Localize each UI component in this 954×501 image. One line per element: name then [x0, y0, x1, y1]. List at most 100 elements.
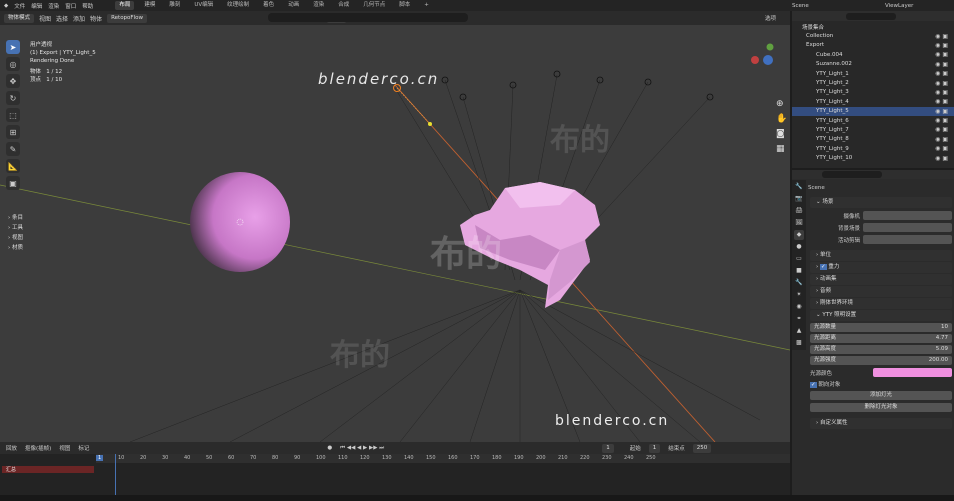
- outliner-row[interactable]: YTY_Light_3 ◉▣: [792, 88, 954, 97]
- timeline-menu-keying[interactable]: 抠像(插帧): [25, 444, 51, 452]
- tab-animation[interactable]: 动画: [284, 1, 303, 10]
- tab-scripting[interactable]: 脚本: [395, 1, 414, 10]
- measure-icon[interactable]: 📐: [6, 159, 20, 173]
- panel-yty-lighting[interactable]: ⌄ YTY 照明设置: [810, 310, 952, 321]
- yty-field[interactable]: 光源高度 5.09: [810, 345, 952, 354]
- menu-object[interactable]: 物体: [90, 14, 102, 23]
- visibility-eye-icon[interactable]: ◉▣: [935, 42, 950, 49]
- retopoflow-button[interactable]: RetopoFlow: [107, 13, 147, 23]
- properties-search-input[interactable]: [822, 171, 882, 178]
- tab-rendering[interactable]: 渲染: [309, 1, 328, 10]
- grid-icon[interactable]: ▦: [776, 142, 787, 157]
- view-layer-tab-icon[interactable]: 🖼: [794, 218, 804, 228]
- end-frame-field[interactable]: 250: [692, 443, 712, 453]
- visibility-eye-icon[interactable]: ◉▣: [935, 117, 950, 124]
- scene-tab-icon[interactable]: ◆: [794, 230, 804, 240]
- timeline-menu-view[interactable]: 视图: [59, 444, 70, 452]
- data-tab-icon[interactable]: ▲: [794, 326, 804, 336]
- visibility-eye-icon[interactable]: ◉▣: [935, 136, 950, 143]
- visibility-eye-icon[interactable]: ◉▣: [935, 155, 950, 162]
- visibility-eye-icon[interactable]: ◉▣: [935, 108, 950, 115]
- camera-view-icon[interactable]: ◙: [776, 127, 787, 142]
- outliner-row[interactable]: YTY_Light_4 ◉▣: [792, 97, 954, 106]
- add-cube-icon[interactable]: ▣: [6, 176, 20, 190]
- panel-keying-sets[interactable]: › 动画集: [810, 274, 952, 285]
- pan-hand-icon[interactable]: ✋: [776, 112, 787, 127]
- menu-file[interactable]: 文件: [14, 2, 25, 10]
- 3d-viewport[interactable]: blenderco.cn blenderco.cn 布的 布的 布的 ⊕ ✋ ◙…: [0, 25, 790, 442]
- visibility-eye-icon[interactable]: ◉▣: [935, 51, 950, 58]
- yty-field[interactable]: 光源数量 10: [810, 323, 952, 332]
- output-tab-icon[interactable]: 🖨: [794, 206, 804, 216]
- visibility-eye-icon[interactable]: ◉▣: [935, 126, 950, 133]
- blender-logo-icon[interactable]: ◆: [4, 3, 8, 9]
- constraints-tab-icon[interactable]: ⚭: [794, 314, 804, 324]
- add-workspace-button[interactable]: +: [420, 1, 433, 10]
- world-tab-icon[interactable]: ●: [794, 242, 804, 252]
- camera-field[interactable]: [863, 211, 952, 220]
- playback-controls[interactable]: ⏮ ◀◀ ◀ ▶ ▶▶ ⏭: [340, 445, 384, 452]
- menu-help[interactable]: 帮助: [82, 2, 93, 10]
- tab-layout[interactable]: 布局: [115, 1, 135, 10]
- yty-field[interactable]: 光源强度 200.00: [810, 356, 952, 365]
- tab-uv[interactable]: UV编辑: [190, 1, 217, 10]
- outliner-row[interactable]: YTY_Light_9 ◉▣: [792, 144, 954, 153]
- panel-units[interactable]: › 单位: [810, 250, 952, 261]
- tab-shading[interactable]: 着色: [259, 1, 278, 10]
- side-tab-material[interactable]: › 材质: [8, 243, 23, 253]
- rotate-checkbox[interactable]: ✓ 朝向对象: [810, 380, 952, 388]
- particles-tab-icon[interactable]: ✴: [794, 290, 804, 300]
- outliner-row[interactable]: YTY_Light_1 ◉▣: [792, 69, 954, 78]
- outliner-row[interactable]: YTY_Light_2 ◉▣: [792, 78, 954, 87]
- light-color-swatch[interactable]: [873, 368, 952, 377]
- outliner-row[interactable]: Suzanne.002 ◉▣: [792, 60, 954, 69]
- menu-view[interactable]: 视图: [39, 14, 51, 23]
- rotate-icon[interactable]: ↻: [6, 91, 20, 105]
- outliner-row[interactable]: YTY_Light_6 ◉▣: [792, 116, 954, 125]
- outliner-row[interactable]: YTY_Light_5 ◉▣: [792, 106, 954, 116]
- active-clip-field[interactable]: [863, 235, 952, 244]
- visibility-eye-icon[interactable]: ◉▣: [935, 98, 950, 105]
- menu-render[interactable]: 渲染: [48, 2, 59, 10]
- select-box-icon[interactable]: ➤: [6, 40, 20, 54]
- menu-window[interactable]: 窗口: [65, 2, 76, 10]
- annotate-icon[interactable]: ✎: [6, 142, 20, 156]
- visibility-eye-icon[interactable]: ◉▣: [935, 33, 950, 40]
- tab-geometry-nodes[interactable]: 几何节点: [359, 1, 389, 10]
- zoom-icon[interactable]: ⊕: [776, 97, 787, 112]
- summary-track[interactable]: 汇总: [2, 466, 94, 473]
- modifier-tab-icon[interactable]: 🔧: [794, 278, 804, 288]
- move-icon[interactable]: ✥: [6, 74, 20, 88]
- scale-icon[interactable]: ⬚: [6, 108, 20, 122]
- tab-sculpt[interactable]: 雕刻: [165, 1, 184, 10]
- tab-modeling[interactable]: 建模: [140, 1, 159, 10]
- options-button[interactable]: 选项: [765, 14, 776, 22]
- visibility-eye-icon[interactable]: ◉▣: [935, 89, 950, 96]
- viewlayer-selector[interactable]: ViewLayer: [885, 3, 913, 9]
- menu-select[interactable]: 选择: [56, 14, 68, 23]
- panel-custom-props[interactable]: › 自定义属性: [810, 418, 952, 429]
- texture-tab-icon[interactable]: ▩: [794, 338, 804, 348]
- menu-add[interactable]: 添加: [73, 14, 85, 23]
- tab-compositing[interactable]: 合成: [334, 1, 353, 10]
- outliner-row[interactable]: YTY_Light_10 ◉▣: [792, 153, 954, 162]
- playhead[interactable]: [115, 454, 116, 495]
- visibility-eye-icon[interactable]: ◉▣: [935, 70, 950, 77]
- visibility-eye-icon[interactable]: ◉▣: [935, 145, 950, 152]
- outliner-row[interactable]: Collection ◉▣: [792, 31, 954, 40]
- add-light-button[interactable]: 添加灯光: [810, 391, 952, 400]
- frame-ruler[interactable]: 1 10 20 30 40 50 60 70 80 90 100 110 120 130 140 150 160…: [96, 454, 790, 463]
- visibility-eye-icon[interactable]: ◉▣: [935, 61, 950, 68]
- collection-tab-icon[interactable]: ▭: [794, 254, 804, 264]
- yty-field[interactable]: 光源距离 4.77: [810, 334, 952, 343]
- outliner-row[interactable]: YTY_Light_7 ◉▣: [792, 125, 954, 134]
- side-tab-item[interactable]: › 条目: [8, 213, 23, 223]
- remove-light-button[interactable]: 删除灯光对象: [810, 403, 952, 412]
- tool-tab-icon[interactable]: 🔧: [794, 182, 804, 192]
- physics-tab-icon[interactable]: ◉: [794, 302, 804, 312]
- panel-rigid-body[interactable]: › 刚体世界环境: [810, 298, 952, 309]
- side-tab-view[interactable]: › 视图: [8, 233, 23, 243]
- start-frame-field[interactable]: 1: [648, 443, 661, 453]
- timeline-menu-playback[interactable]: 回放: [6, 444, 17, 452]
- visibility-eye-icon[interactable]: ◉▣: [935, 80, 950, 87]
